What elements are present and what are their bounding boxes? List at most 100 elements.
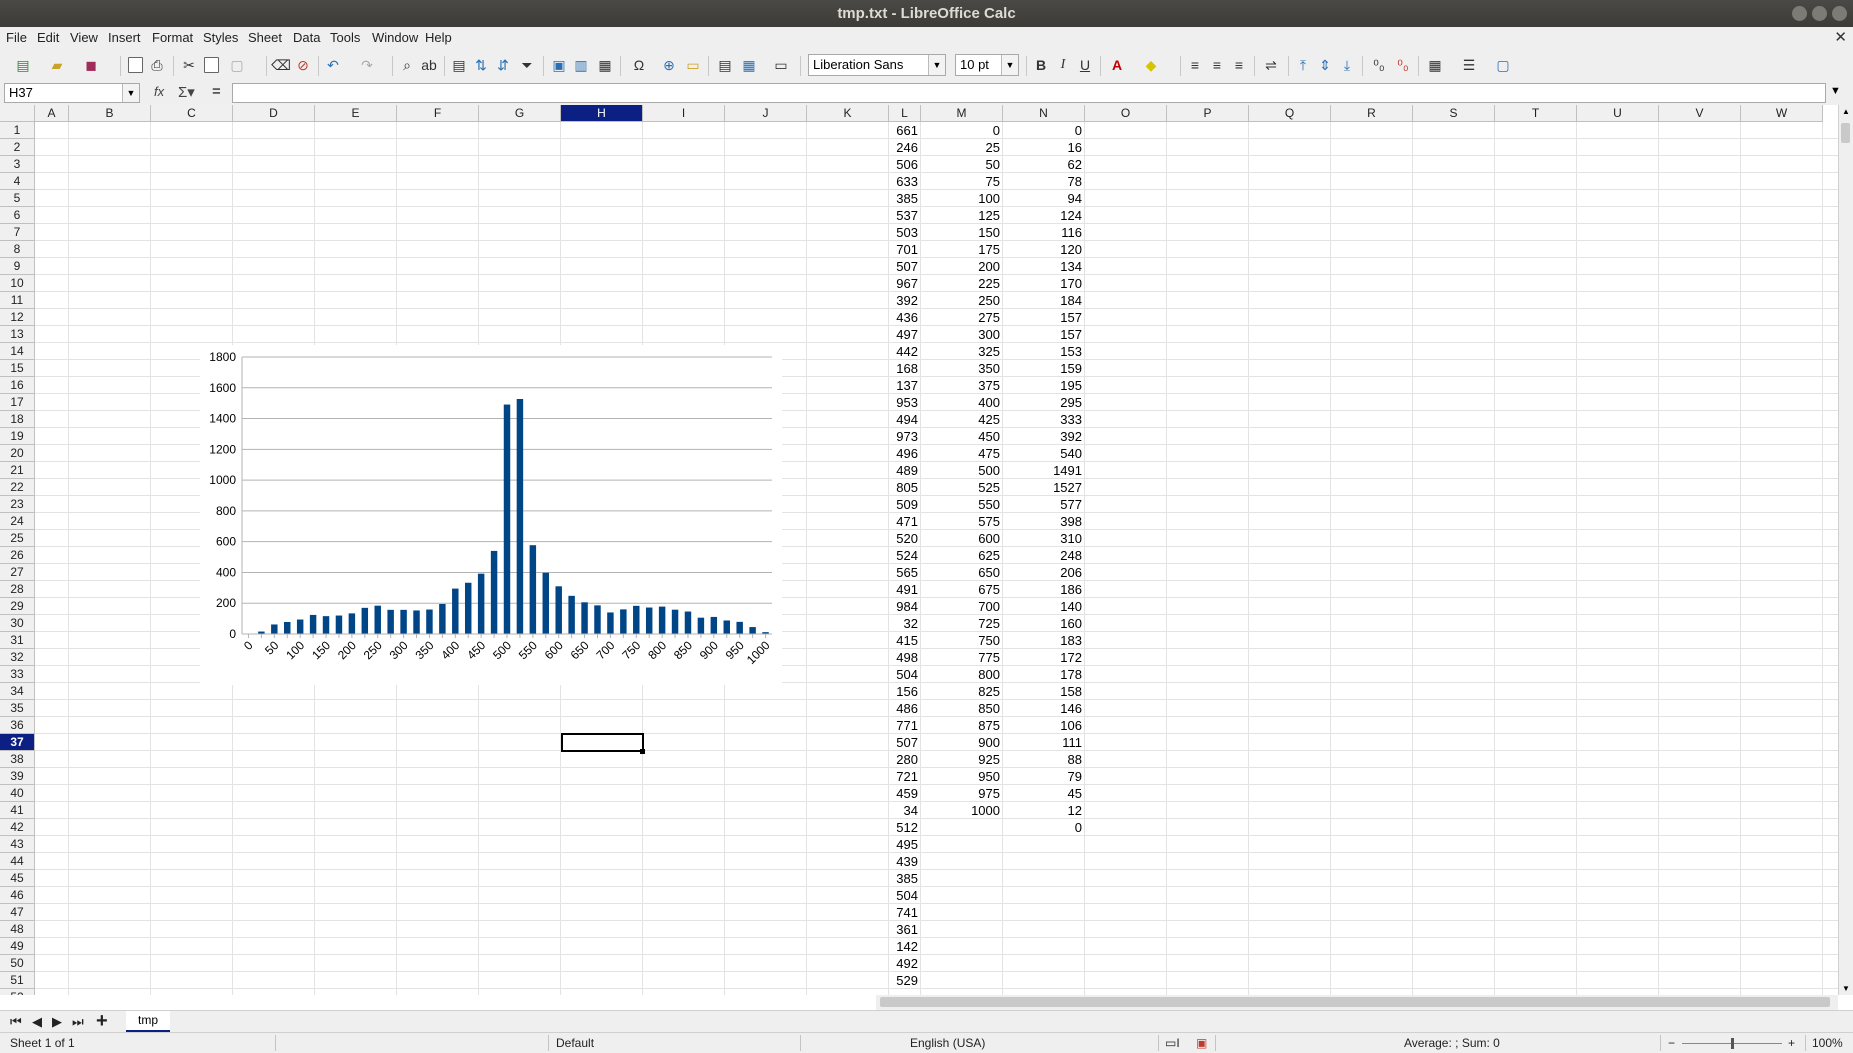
border-style-icon[interactable]: ☰ (1460, 56, 1478, 74)
cell-n40[interactable]: 45 (1003, 785, 1085, 802)
row-header-47[interactable]: 47 (0, 904, 35, 921)
row-header-4[interactable]: 4 (0, 173, 35, 190)
row-header-21[interactable]: 21 (0, 462, 35, 479)
row-header-35[interactable]: 35 (0, 700, 35, 717)
align-top-icon[interactable]: ⤒ (1294, 56, 1312, 74)
paste-icon[interactable]: ▢ (228, 56, 246, 74)
cell-m23[interactable]: 550 (921, 496, 1003, 513)
row-header-45[interactable]: 45 (0, 870, 35, 887)
cell-m39[interactable]: 950 (921, 768, 1003, 785)
cell-l26[interactable]: 524 (889, 547, 921, 564)
cell-l43[interactable]: 495 (889, 836, 921, 853)
column-header-v[interactable]: V (1659, 105, 1741, 122)
column-header-t[interactable]: T (1495, 105, 1577, 122)
column-header-r[interactable]: R (1331, 105, 1413, 122)
cell-l4[interactable]: 633 (889, 173, 921, 190)
cell-n38[interactable]: 88 (1003, 751, 1085, 768)
chevron-down-icon[interactable]: ▼ (122, 84, 139, 102)
cell-n42[interactable]: 0 (1003, 819, 1085, 836)
cell-l15[interactable]: 168 (889, 360, 921, 377)
cell-n9[interactable]: 134 (1003, 258, 1085, 275)
row-header-36[interactable]: 36 (0, 717, 35, 734)
row-header-30[interactable]: 30 (0, 615, 35, 632)
sum-icon[interactable]: Σ▾ (178, 83, 195, 101)
cell-m40[interactable]: 975 (921, 785, 1003, 802)
cut-icon[interactable]: ✂ (180, 56, 198, 74)
cell-m41[interactable]: 1000 (921, 802, 1003, 819)
menu-styles[interactable]: Styles (203, 30, 238, 45)
close-document-icon[interactable]: ✕ (1834, 28, 1847, 46)
autofilter-icon[interactable]: ⏷ (518, 56, 536, 74)
minimize-button[interactable] (1792, 6, 1807, 21)
cell-n8[interactable]: 120 (1003, 241, 1085, 258)
column-header-q[interactable]: Q (1249, 105, 1331, 122)
row-header-49[interactable]: 49 (0, 938, 35, 955)
cell-m14[interactable]: 325 (921, 343, 1003, 360)
cell-l42[interactable]: 512 (889, 819, 921, 836)
column-header-c[interactable]: C (151, 105, 233, 122)
cell-m20[interactable]: 475 (921, 445, 1003, 462)
cell-n28[interactable]: 186 (1003, 581, 1085, 598)
column-header-g[interactable]: G (479, 105, 561, 122)
expand-formula-bar-icon[interactable]: ▼ (1830, 85, 1841, 97)
cell-n20[interactable]: 540 (1003, 445, 1085, 462)
cell-n37[interactable]: 111 (1003, 734, 1085, 751)
fill-handle[interactable] (640, 749, 645, 754)
cell-n11[interactable]: 184 (1003, 292, 1085, 309)
cell-l9[interactable]: 507 (889, 258, 921, 275)
cell-m2[interactable]: 25 (921, 139, 1003, 156)
align-right-icon[interactable]: ≡ (1230, 56, 1248, 74)
cell-l28[interactable]: 491 (889, 581, 921, 598)
cell-n7[interactable]: 116 (1003, 224, 1085, 241)
cell-l40[interactable]: 459 (889, 785, 921, 802)
align-center-icon[interactable]: ≡ (1208, 56, 1226, 74)
cell-l1[interactable]: 661 (889, 122, 921, 139)
cell-n10[interactable]: 170 (1003, 275, 1085, 292)
next-sheet-icon[interactable]: ▶ (52, 1014, 62, 1030)
cell-m31[interactable]: 750 (921, 632, 1003, 649)
row-header-15[interactable]: 15 (0, 360, 35, 377)
currency-format-icon[interactable]: ⁰₀ (1370, 56, 1388, 74)
zoom-level[interactable]: 100% (1812, 1036, 1843, 1050)
wrap-text-icon[interactable]: ⇌ (1262, 56, 1280, 74)
cell-l19[interactable]: 973 (889, 428, 921, 445)
insert-image-icon[interactable]: ▣ (550, 56, 568, 74)
cell-m29[interactable]: 700 (921, 598, 1003, 615)
spreadsheet-grid[interactable]: ABCDEFGHIJKLMNOPQRSTUVW 1 2 3 4 5 6 7 8 9 10 11 12 1… (0, 105, 1838, 995)
font-name-box[interactable]: Liberation Sans ▼ (808, 54, 946, 76)
column-header-w[interactable]: W (1741, 105, 1823, 122)
row-header-50[interactable]: 50 (0, 955, 35, 972)
column-header-e[interactable]: E (315, 105, 397, 122)
column-header-a[interactable]: A (35, 105, 69, 122)
menu-window[interactable]: Window (372, 30, 418, 45)
cell-l22[interactable]: 805 (889, 479, 921, 496)
export-pdf-icon[interactable] (126, 56, 144, 74)
name-box[interactable]: H37 ▼ (4, 83, 140, 103)
cell-l47[interactable]: 741 (889, 904, 921, 921)
clear-formatting-icon[interactable]: ⊘ (294, 56, 312, 74)
column-header-j[interactable]: J (725, 105, 807, 122)
cell-l17[interactable]: 953 (889, 394, 921, 411)
border-color-icon[interactable]: ▢ (1494, 56, 1512, 74)
cell-n32[interactable]: 172 (1003, 649, 1085, 666)
last-sheet-icon[interactable]: ⏭ (72, 1014, 84, 1030)
cell-l35[interactable]: 486 (889, 700, 921, 717)
row-header-17[interactable]: 17 (0, 394, 35, 411)
cell-l24[interactable]: 471 (889, 513, 921, 530)
row-header-12[interactable]: 12 (0, 309, 35, 326)
comment-icon[interactable]: ▭ (684, 56, 702, 74)
cell-l39[interactable]: 721 (889, 768, 921, 785)
menu-tools[interactable]: Tools (330, 30, 360, 45)
row-header-51[interactable]: 51 (0, 972, 35, 989)
cell-m35[interactable]: 850 (921, 700, 1003, 717)
cell-n21[interactable]: 1491 (1003, 462, 1085, 479)
underline-icon[interactable]: U (1076, 56, 1094, 74)
pivot-table-icon[interactable]: ▦ (596, 56, 614, 74)
cell-l12[interactable]: 436 (889, 309, 921, 326)
cell-n24[interactable]: 398 (1003, 513, 1085, 530)
column-header-o[interactable]: O (1085, 105, 1167, 122)
cell-l48[interactable]: 361 (889, 921, 921, 938)
row-header-11[interactable]: 11 (0, 292, 35, 309)
add-sheet-icon[interactable]: + (96, 1010, 108, 1033)
cell-n27[interactable]: 206 (1003, 564, 1085, 581)
